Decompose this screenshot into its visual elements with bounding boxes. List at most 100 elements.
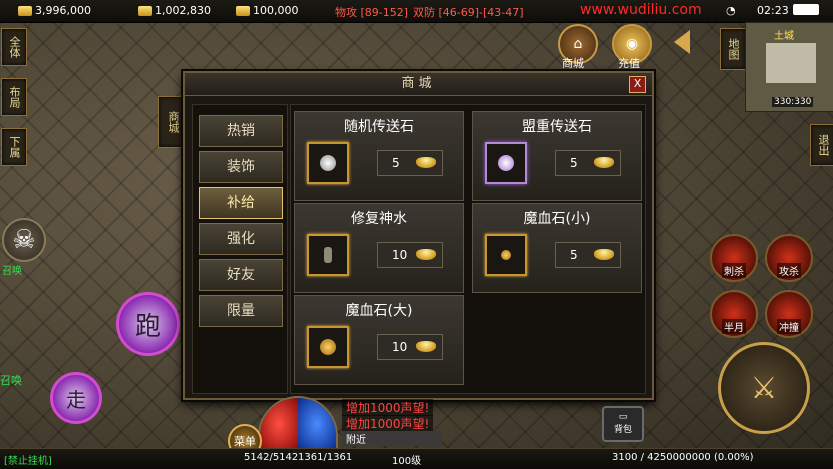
gold-icon	[18, 6, 32, 16]
hp-orb	[260, 398, 298, 450]
shop-button-label[interactable]: 商城	[562, 55, 584, 71]
mp-orb	[298, 398, 336, 450]
ingot-icon	[594, 157, 614, 168]
subordinate-button[interactable]: 下属	[1, 128, 27, 166]
skill-1-label: 刺杀	[722, 263, 746, 278]
skill-2-label: 攻杀	[777, 263, 801, 278]
ingot-value: 100,000	[253, 4, 299, 17]
category-enhance[interactable]: 强化	[199, 223, 283, 255]
chat-message: 增加1000声望!	[342, 415, 434, 432]
ingot-icon	[236, 6, 250, 16]
clock: 02:23	[757, 4, 789, 17]
blood-stone-icon	[501, 250, 511, 260]
potion-icon	[324, 247, 332, 263]
summon-label: 召唤	[2, 266, 22, 277]
layout-button[interactable]: 布局	[1, 78, 27, 116]
skill-4-label: 冲撞	[777, 319, 801, 334]
exit-button[interactable]: 退出	[810, 124, 833, 166]
item-price: 10	[377, 334, 443, 360]
item-price: 10	[377, 242, 443, 268]
price-value: 10	[392, 248, 408, 262]
shop-item[interactable]: 魔血石(小) 5	[472, 203, 642, 293]
ingot-icon	[416, 249, 436, 260]
minimap-label: 土城	[774, 31, 794, 42]
hp-mp-orb	[258, 396, 338, 452]
ingot-icon	[594, 249, 614, 260]
price-value: 5	[392, 156, 400, 170]
stone-icon	[320, 155, 336, 171]
walk-button[interactable]: 走	[50, 372, 102, 424]
skill-button-1[interactable]: 刺杀	[710, 234, 758, 282]
shop-dialog: 商城 X 热销 装饰 补给 强化 好友 限量 随机传送石 5 盟重传送石 5 修…	[183, 71, 654, 400]
shop-side-tab[interactable]: 商城	[158, 96, 186, 148]
mp-value: 1361/1361	[298, 452, 353, 463]
gold-value: 3,996,000	[35, 4, 91, 17]
minimap[interactable]: 土城 330:330	[745, 22, 833, 112]
chat-message: 增加1000声望!	[342, 399, 434, 416]
map-button[interactable]: 地图	[720, 28, 746, 70]
gold-bar-icon	[138, 6, 152, 16]
category-decoration[interactable]: 装饰	[199, 151, 283, 183]
auto-hunt-status[interactable]: [禁止挂机]	[4, 452, 52, 467]
item-name: 随机传送石	[344, 119, 414, 135]
bag-button[interactable]: ▭ 背包	[602, 406, 644, 442]
bag-label: 背包	[613, 425, 632, 435]
site-watermark: www.wudiliu.com	[580, 2, 702, 18]
skill-button-4[interactable]: 冲撞	[765, 290, 813, 338]
wifi-icon: ◔	[726, 4, 736, 17]
close-button[interactable]: X	[629, 76, 646, 93]
price-value: 5	[570, 248, 578, 262]
item-price: 5	[555, 150, 621, 176]
ingot-counter: 100,000	[236, 4, 299, 17]
item-grid: 随机传送石 5 盟重传送石 5 修复神水 10 魔血石(小) 5 魔血石(大) …	[290, 104, 646, 394]
exp-value: 3100 / 4250000000 (0.00%)	[612, 452, 754, 463]
minimap-town	[766, 43, 816, 83]
attack-sword-button[interactable]: ⚔	[718, 342, 810, 434]
category-supply[interactable]: 补给	[199, 187, 283, 219]
item-icon[interactable]	[307, 142, 349, 184]
stone-icon	[498, 155, 514, 171]
gold-counter: 3,996,000	[18, 4, 91, 17]
category-list: 热销 装饰 补给 强化 好友 限量	[192, 104, 288, 394]
chat-channel-nearby[interactable]: 附近	[342, 431, 442, 446]
recharge-button-label[interactable]: 充值	[618, 55, 640, 71]
item-icon[interactable]	[307, 234, 349, 276]
level-value: 100级	[392, 456, 422, 467]
item-price: 5	[555, 242, 621, 268]
attack-stat: 物攻 [89-152]	[335, 6, 409, 19]
bound-gold-counter: 1,002,830	[138, 4, 211, 17]
category-limited[interactable]: 限量	[199, 295, 283, 327]
bottom-status-bar: [禁止挂机] 5142/5142 1361/1361 100级 3100 / 4…	[0, 448, 833, 469]
ingot-icon	[416, 341, 436, 352]
shop-item[interactable]: 盟重传送石 5	[472, 111, 642, 201]
item-name: 盟重传送石	[522, 119, 592, 135]
item-name: 修复神水	[351, 211, 407, 227]
item-price: 5	[377, 150, 443, 176]
summon-side-label: 召唤	[0, 374, 22, 387]
skill-button-3[interactable]: 半月	[710, 290, 758, 338]
bound-gold-value: 1,002,830	[155, 4, 211, 17]
shop-item[interactable]: 魔血石(大) 10	[294, 295, 464, 385]
shop-item[interactable]: 随机传送石 5	[294, 111, 464, 201]
run-button[interactable]: 跑	[116, 292, 180, 356]
category-hot[interactable]: 热销	[199, 115, 283, 147]
hp-value: 5142/5142	[244, 452, 299, 463]
item-icon[interactable]	[485, 234, 527, 276]
price-value: 5	[570, 156, 578, 170]
item-name: 魔血石(小)	[523, 211, 591, 227]
coordinates: 330:330	[772, 97, 814, 107]
item-name: 魔血石(大)	[345, 303, 413, 319]
skill-button-2[interactable]: 攻杀	[765, 234, 813, 282]
blood-stone-icon	[320, 339, 336, 355]
ingot-icon	[416, 157, 436, 168]
shop-title: 商城	[185, 73, 652, 96]
all-button[interactable]: 全体	[1, 28, 27, 66]
pet-skull-icon[interactable]: ☠	[2, 218, 46, 262]
shop-item[interactable]: 修复神水 10	[294, 203, 464, 293]
item-icon[interactable]	[307, 326, 349, 368]
category-friend[interactable]: 好友	[199, 259, 283, 291]
skill-3-label: 半月	[722, 319, 746, 334]
defense-stat: 双防 [46-69]-[43-47]	[413, 6, 524, 19]
item-icon[interactable]	[485, 142, 527, 184]
collapse-arrow-icon[interactable]	[674, 30, 690, 54]
